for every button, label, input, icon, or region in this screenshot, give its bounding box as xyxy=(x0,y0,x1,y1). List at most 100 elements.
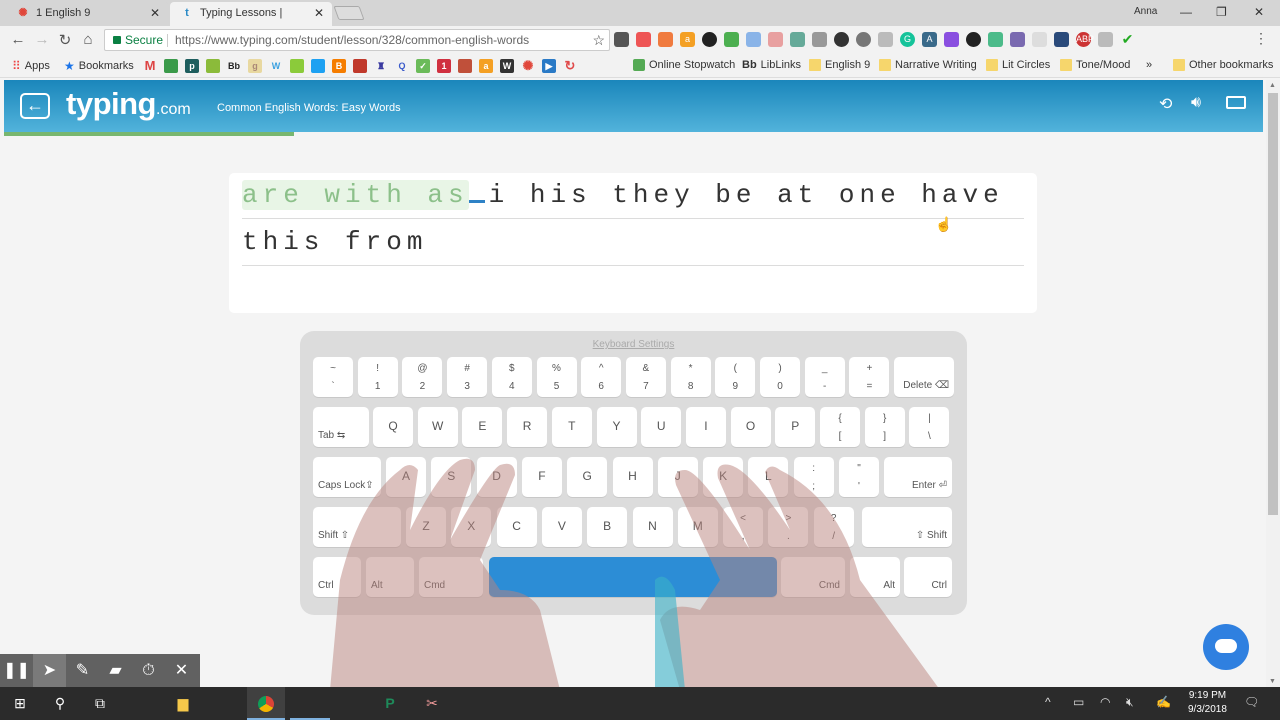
key-9[interactable]: (9 xyxy=(715,357,756,397)
history-icon[interactable]: ⟲ xyxy=(1159,94,1172,114)
blogger-icon[interactable]: B xyxy=(332,59,346,73)
key-g[interactable]: G xyxy=(567,457,608,497)
extension-icon[interactable] xyxy=(1032,32,1047,47)
key-=[interactable]: + = xyxy=(849,357,890,397)
extension-icon[interactable] xyxy=(944,32,959,47)
timer-icon[interactable]: ⏱ xyxy=(132,654,165,687)
key-5[interactable]: % 5 xyxy=(536,357,577,397)
key-3[interactable]: #3 xyxy=(447,357,488,397)
blackboard-icon[interactable]: Bb xyxy=(227,59,241,73)
key-z[interactable]: Z xyxy=(406,507,446,547)
reload-icon[interactable]: ↻ xyxy=(56,31,74,49)
action-center-icon[interactable]: 🗨︎ xyxy=(1244,695,1259,709)
wifi-icon[interactable]: ◠ xyxy=(1100,695,1110,709)
key-p[interactable]: P xyxy=(775,407,816,447)
key-delete[interactable]: Delete ⌫ xyxy=(894,357,955,397)
pen-icon[interactable]: ✎ xyxy=(66,654,99,687)
lightbulb-icon[interactable] xyxy=(856,32,871,47)
key-ctrl-right[interactable]: Ctrl xyxy=(904,557,952,597)
key-m[interactable]: M xyxy=(677,507,718,547)
key-,[interactable]: <, xyxy=(723,507,764,547)
key--[interactable]: _ - xyxy=(804,357,845,397)
snipping-tool-icon[interactable]: ✂ xyxy=(412,687,452,720)
bookmark-tone-mood[interactable]: Tone/Mood xyxy=(1060,59,1130,71)
key-enter[interactable]: Enter ⏎ xyxy=(884,457,952,497)
more-menu-icon[interactable]: ⋮ xyxy=(1254,30,1268,47)
extension-icon[interactable] xyxy=(636,32,651,47)
key-1[interactable]: ! 1 xyxy=(357,357,398,397)
bookmark-apps[interactable]: ⠿ Apps xyxy=(12,59,50,73)
grammarly-icon[interactable]: G xyxy=(900,32,915,47)
system-clock[interactable]: 9:19 PM 9/3/2018 xyxy=(1188,689,1227,717)
bookmark-icon[interactable]: g xyxy=(248,59,262,73)
key-e[interactable]: E xyxy=(462,407,503,447)
key-/[interactable]: ? / xyxy=(813,507,854,547)
key-;[interactable]: :; xyxy=(793,457,834,497)
key-k[interactable]: K xyxy=(703,457,744,497)
sound-icon[interactable]: 🔊︎ xyxy=(1191,94,1201,112)
chrome-icon[interactable] xyxy=(247,687,285,720)
key-6[interactable]: ^ 6 xyxy=(581,357,622,397)
stopwatch-icon[interactable] xyxy=(966,32,981,47)
extension-icon[interactable] xyxy=(1098,32,1113,47)
new-tab-button[interactable] xyxy=(333,6,365,20)
bookmark-icon[interactable]: ↻ xyxy=(563,59,577,73)
key-tab[interactable]: Tab ⇆ xyxy=(313,407,369,447)
windows-start-icon[interactable]: ⊞ xyxy=(0,687,40,720)
bookmark-icon[interactable] xyxy=(458,59,472,73)
key-[[interactable]: {[ xyxy=(820,407,860,447)
quizlet-icon[interactable]: Q xyxy=(395,59,409,73)
bookmark-icon[interactable]: W xyxy=(500,59,514,73)
extension-icon[interactable] xyxy=(746,32,761,47)
key-'[interactable]: " ' xyxy=(839,457,879,497)
key-][interactable]: }] xyxy=(864,407,905,447)
bookmark-online-stopwatch[interactable]: Online Stopwatch xyxy=(633,59,735,71)
weebly-icon[interactable]: W xyxy=(269,59,283,73)
key-y[interactable]: Y xyxy=(596,407,637,447)
bookmark-icon[interactable]: 1 xyxy=(437,59,451,73)
key-n[interactable]: N xyxy=(632,507,673,547)
key-ctrl-left[interactable]: Ctrl xyxy=(313,557,361,597)
key-space[interactable] xyxy=(489,557,777,597)
bookmarks-overflow[interactable]: » xyxy=(1146,59,1152,71)
extension-icon[interactable] xyxy=(658,32,673,47)
bookmark-icon[interactable]: ♜ xyxy=(374,59,388,73)
scroll-up-icon[interactable]: ▲ xyxy=(1269,82,1276,89)
extension-icon[interactable]: A xyxy=(922,32,937,47)
key-cmd-left[interactable]: Cmd xyxy=(419,557,483,597)
key-0[interactable]: ) 0 xyxy=(760,357,800,397)
battery-icon[interactable]: ▭ xyxy=(1073,695,1084,709)
key-alt-left[interactable]: Alt xyxy=(366,557,414,597)
key-f[interactable]: F xyxy=(521,457,562,497)
typing-text-panel[interactable]: are with as i his they be at one have thi… xyxy=(229,173,1037,313)
amazon-icon[interactable]: a xyxy=(680,32,695,47)
bookmark-narrative-writing[interactable]: Narrative Writing xyxy=(879,59,977,71)
key-j[interactable]: J xyxy=(657,457,698,497)
key-i[interactable]: I xyxy=(685,407,726,447)
checkmark-icon[interactable]: ✔ xyxy=(1120,32,1135,47)
gmail-icon[interactable]: M xyxy=(143,59,157,73)
key-`[interactable]: ~ ` xyxy=(313,357,353,397)
pointer-icon[interactable]: ➤ xyxy=(33,654,66,687)
scroll-thumb[interactable] xyxy=(1268,93,1278,515)
extension-icon[interactable] xyxy=(812,32,827,47)
extension-icon[interactable] xyxy=(702,32,717,47)
adblock-icon[interactable]: ABP xyxy=(1076,32,1094,47)
scroll-down-icon[interactable]: ▼ xyxy=(1269,678,1276,685)
minimize-icon[interactable]: — xyxy=(1180,0,1192,24)
publisher-icon[interactable]: P xyxy=(370,687,410,720)
bookmark-icon[interactable]: ▶ xyxy=(542,59,556,73)
bookmark-icon[interactable]: p xyxy=(185,59,199,73)
key-h[interactable]: H xyxy=(612,457,653,497)
key-7[interactable]: & 7 xyxy=(625,357,666,397)
key-r[interactable]: R xyxy=(507,407,548,447)
print-icon[interactable] xyxy=(724,32,739,47)
highlighter-icon[interactable]: ▰ xyxy=(99,654,132,687)
key-alt-right[interactable]: Alt xyxy=(850,557,900,597)
keyboard-icon[interactable] xyxy=(1226,96,1246,109)
bookmark-icon[interactable] xyxy=(353,59,367,73)
pdf-icon[interactable] xyxy=(1010,32,1025,47)
profile-name[interactable]: Anna xyxy=(1134,0,1157,24)
back-arrow-icon[interactable]: ← xyxy=(9,31,27,48)
bookmark-icon[interactable] xyxy=(206,59,220,73)
